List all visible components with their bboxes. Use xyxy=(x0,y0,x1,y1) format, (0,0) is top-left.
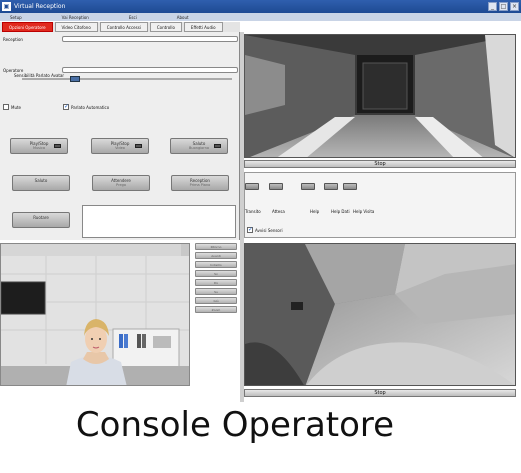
camera-control-buttons: Ritorno Avanti Indietro Sx Dx Su Giù Zoo… xyxy=(193,243,239,323)
ptz-giu-button[interactable]: Giù xyxy=(195,297,237,304)
ptz-avanti-button[interactable]: Avanti xyxy=(195,252,237,259)
help-dati-label: Help Dati xyxy=(331,209,350,214)
menu-esci[interactable]: Esci xyxy=(129,15,137,20)
page-caption: Console Operatore xyxy=(75,405,395,445)
indicator-icon xyxy=(214,144,221,148)
camera-view-entrance xyxy=(244,34,516,158)
help-visita-indicator xyxy=(343,183,357,190)
attesa-indicator xyxy=(269,183,283,190)
entrance-camera-image xyxy=(245,35,515,157)
menu-about[interactable]: About xyxy=(177,15,189,20)
avvisi-sensori-label: Avvisi Sensori xyxy=(255,228,283,233)
message-textarea[interactable] xyxy=(82,205,236,238)
button-label: Saluto xyxy=(34,178,48,183)
reception-label: Reception xyxy=(3,37,23,42)
parlato-automatico-label: Parlato Automatico xyxy=(71,105,110,110)
tab-controllo[interactable]: Controllo xyxy=(149,22,182,32)
ruotare-button[interactable]: Ruotare xyxy=(12,212,70,228)
camera-view-corridor xyxy=(244,243,516,386)
parlato-automatico-checkbox[interactable] xyxy=(63,103,69,110)
tab-bar: Opzioni Operatore Video Citofono Control… xyxy=(0,22,240,32)
app-icon: ▣ xyxy=(2,2,11,11)
ptz-ritorno-button[interactable]: Ritorno xyxy=(195,243,237,250)
maximize-icon[interactable]: □ xyxy=(499,2,508,11)
saluto-buongiorno-button[interactable]: Saluto Buongiorno xyxy=(170,138,228,154)
window-controls: _ □ × xyxy=(488,2,519,11)
avatar-view xyxy=(0,243,190,386)
tab-opzioni-operatore[interactable]: Opzioni Operatore xyxy=(2,22,53,32)
help-dati-indicator xyxy=(324,183,338,190)
mute-checkbox[interactable] xyxy=(3,104,9,110)
help-label: Help xyxy=(310,209,320,214)
menu-setup[interactable]: Setup xyxy=(10,15,22,20)
tab-video-citofono[interactable]: Video Citofono xyxy=(54,22,98,32)
title-bar: ▣ Virtual Reception _ □ × xyxy=(0,0,521,13)
slider-thumb[interactable] xyxy=(70,76,80,82)
play-stop-musica-button[interactable]: Play/Stop Musica xyxy=(10,138,68,154)
attendere-button[interactable]: Attendere Prego xyxy=(92,175,150,191)
saluto-button[interactable]: Saluto xyxy=(12,175,70,191)
button-label: Ruotare xyxy=(33,215,49,220)
tab-effetti-audio[interactable]: Effetti Audio xyxy=(183,22,223,32)
minimize-icon[interactable]: _ xyxy=(488,2,497,11)
ptz-zoom-button[interactable]: Zoom xyxy=(195,306,237,313)
help-visita-label: Help Visita xyxy=(353,209,375,214)
ptz-su-button[interactable]: Su xyxy=(195,288,237,295)
attesa-label: Attesa xyxy=(272,209,285,214)
transito-indicator xyxy=(245,183,259,190)
ptz-dx-button[interactable]: Dx xyxy=(195,279,237,286)
play-stop-video-button[interactable]: Play/Stop Video xyxy=(91,138,149,154)
camera1-stop-button[interactable]: Stop xyxy=(244,160,516,168)
ptz-indietro-button[interactable]: Indietro xyxy=(195,261,237,268)
sensibilita-slider[interactable] xyxy=(22,76,232,82)
menu-bar: Setup Vai Reception Esci About xyxy=(0,13,521,21)
ptz-sx-button[interactable]: Sx xyxy=(195,270,237,277)
operatore-input[interactable] xyxy=(62,67,238,73)
camera2-stop-button[interactable]: Stop xyxy=(244,389,516,397)
avatar-scene-image xyxy=(1,244,189,385)
avvisi-sensori-checkbox[interactable] xyxy=(247,226,253,233)
close-icon[interactable]: × xyxy=(510,2,519,11)
reception-input[interactable] xyxy=(62,36,238,42)
button-sub: Prego xyxy=(116,183,126,187)
sensor-status-panel: Transito Attesa Help Help Dati Help Visi… xyxy=(244,172,516,238)
corridor-camera-image xyxy=(245,244,515,385)
reception-button[interactable]: Reception Prima Piano xyxy=(171,175,229,191)
transito-label: Transito xyxy=(245,209,261,214)
tab-controllo-accessi[interactable]: Controllo Accessi xyxy=(99,22,148,32)
menu-vai-reception[interactable]: Vai Reception xyxy=(62,15,89,20)
window-title: Virtual Reception xyxy=(14,3,66,10)
button-sub: Prima Piano xyxy=(189,183,211,187)
help-indicator xyxy=(301,183,315,190)
mute-label: Mute xyxy=(11,105,22,110)
indicator-icon xyxy=(135,144,142,148)
indicator-icon xyxy=(54,144,61,148)
